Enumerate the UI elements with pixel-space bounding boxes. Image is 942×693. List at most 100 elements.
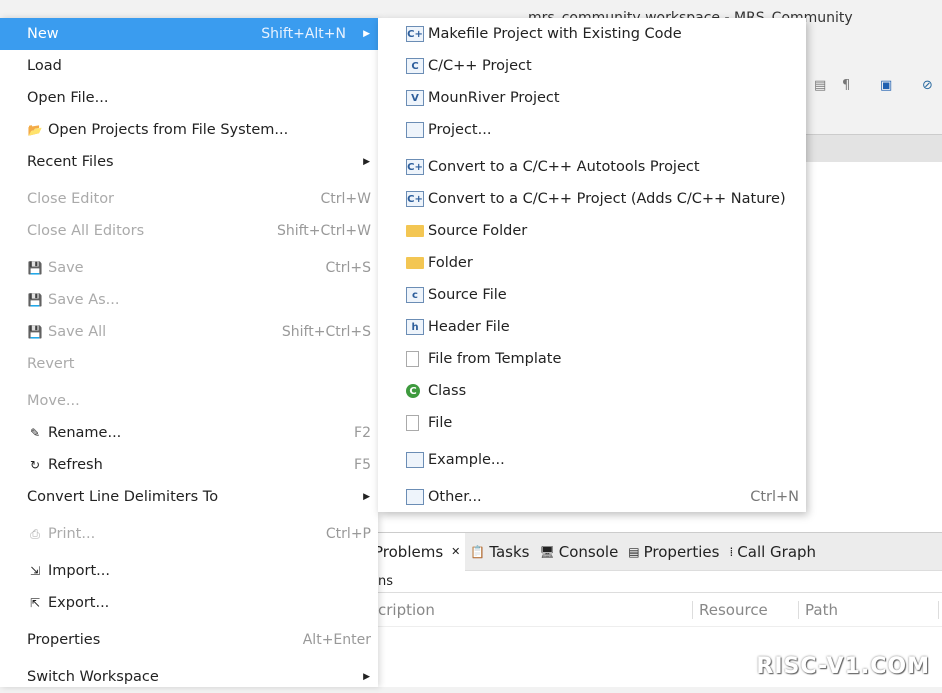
tab-label: Call Graph: [737, 542, 817, 561]
menu-item-rename[interactable]: ✎ Rename... F2: [0, 417, 378, 449]
save-as-icon: 💾: [27, 293, 43, 307]
folder-icon: [406, 257, 424, 269]
submenu-arrow-icon: ▶: [363, 672, 370, 682]
column-description[interactable]: cription: [378, 600, 693, 619]
import-icon: ⇲: [29, 564, 41, 578]
menu-item-open-projects-from-file-system[interactable]: 📂 Open Projects from File System...: [0, 114, 378, 146]
menu-item-label: Switch Workspace: [27, 669, 159, 685]
column-resource[interactable]: Resource: [693, 600, 799, 619]
tab-label: Tasks: [489, 542, 530, 561]
menu-item-label: Open Projects from File System...: [48, 122, 289, 138]
tab-properties[interactable]: ▤ Properties: [623, 533, 724, 571]
submenu-item-file[interactable]: File: [378, 407, 806, 439]
menu-item-refresh[interactable]: ↻ Refresh F5: [0, 449, 378, 481]
submenu-item-source-folder[interactable]: Source Folder: [378, 215, 806, 247]
tab-label: Problems: [374, 542, 444, 561]
convert-icon: C+: [406, 191, 424, 207]
convert-icon: C+: [406, 159, 424, 175]
menu-item-load[interactable]: Load: [0, 50, 378, 82]
menu-item-print[interactable]: ⎙ Print... Ctrl+P: [0, 518, 378, 550]
submenu-item-label: Other...: [428, 489, 482, 505]
menu-item-label: Save All: [48, 324, 107, 340]
menu-item-label: Save: [48, 260, 84, 276]
bottom-panel: Problems ✕ 📋 Tasks 🖥 Console ▤ Properties ⁞ Call …: [374, 532, 942, 687]
menu-item-label: Save As...: [48, 292, 120, 308]
menu-item-properties[interactable]: Properties Alt+Enter: [0, 624, 378, 656]
submenu-item-c-c-project[interactable]: C C/C++ Project: [378, 50, 806, 82]
submenu-arrow-icon: ▶: [363, 29, 370, 39]
menu-item-export[interactable]: ⇱ Export...: [0, 587, 378, 619]
menu-item-open-file[interactable]: Open File...: [0, 82, 378, 114]
menu-item-close-all-editors[interactable]: Close All Editors Shift+Ctrl+W: [0, 215, 378, 247]
tab-tasks[interactable]: 📋 Tasks: [465, 533, 534, 571]
rename-icon: ✎: [29, 426, 41, 440]
submenu-item-folder[interactable]: Folder: [378, 247, 806, 279]
menu-item-label: Properties: [27, 632, 101, 648]
menu-item-move[interactable]: Move...: [0, 385, 378, 417]
tab-problems[interactable]: Problems ✕: [374, 532, 466, 571]
new-submenu: C+ Makefile Project with Existing Code C C/…: [378, 18, 806, 512]
menu-item-convert-line-delimiters-to[interactable]: Convert Line Delimiters To ▶: [0, 481, 378, 513]
menu-item-new[interactable]: New Shift+Alt+N ▶: [0, 18, 378, 50]
submenu-item-project[interactable]: Project...: [378, 114, 806, 146]
shortcut: Ctrl+W: [320, 191, 371, 207]
menu-item-save-all[interactable]: 💾 Save All Shift+Ctrl+S: [0, 316, 378, 348]
menu-item-import[interactable]: ⇲ Import...: [0, 555, 378, 587]
submenu-item-label: Makefile Project with Existing Code: [428, 26, 682, 42]
menu-item-close-editor[interactable]: Close Editor Ctrl+W: [0, 183, 378, 215]
close-icon[interactable]: ✕: [451, 545, 460, 558]
shortcut: F5: [354, 457, 371, 473]
example-icon: [406, 452, 424, 468]
submenu-item-label: File from Template: [428, 351, 562, 367]
tab-console[interactable]: 🖥 Console: [535, 533, 624, 571]
source-file-icon: c: [406, 287, 424, 303]
monitor-icon[interactable]: ▣: [880, 78, 892, 93]
menu-item-label: Convert Line Delimiters To: [27, 489, 219, 505]
submenu-item-other[interactable]: Other... Ctrl+N: [378, 481, 806, 513]
submenu-item-header-file[interactable]: h Header File: [378, 311, 806, 343]
menu-item-recent-files[interactable]: Recent Files ▶: [0, 146, 378, 178]
menu-item-label: Refresh: [48, 457, 103, 473]
pilcrow-icon[interactable]: ¶: [842, 78, 850, 93]
tasks-icon: 📋: [470, 544, 486, 559]
other-icon: [406, 489, 424, 505]
submenu-item-label: Example...: [428, 452, 505, 468]
call-graph-icon: ⁞: [729, 544, 734, 559]
submenu-item-label: Header File: [428, 319, 510, 335]
menu-item-label: Print...: [48, 526, 96, 542]
submenu-item-label: MounRiver Project: [428, 90, 560, 106]
submenu-item-convert-to-a-c-c-project-adds-c-c-nature[interactable]: C+ Convert to a C/C++ Project (Adds C/C++…: [378, 183, 806, 215]
menu-item-save-as[interactable]: 💾 Save As...: [0, 284, 378, 316]
menu-item-revert[interactable]: Revert: [0, 348, 378, 380]
refresh-icon: ↻: [29, 458, 41, 472]
shortcut: Shift+Alt+N: [261, 26, 346, 42]
submenu-item-label: Project...: [428, 122, 492, 138]
export-icon: ⇱: [29, 596, 41, 610]
link-icon[interactable]: ⊘: [922, 78, 933, 93]
outline-icon[interactable]: ▤: [814, 78, 826, 93]
cpp-project-icon: C: [406, 58, 424, 74]
menu-item-label: Export...: [48, 595, 110, 611]
submenu-item-example[interactable]: Example...: [378, 444, 806, 476]
submenu-item-mounriver-project[interactable]: V MounRiver Project: [378, 82, 806, 114]
submenu-item-label: C/C++ Project: [428, 58, 532, 74]
menu-item-label: Open File...: [27, 90, 109, 106]
tab-call-graph[interactable]: ⁞ Call Graph: [724, 533, 821, 571]
shortcut: Ctrl+P: [325, 526, 371, 542]
submenu-item-class[interactable]: C Class: [378, 375, 806, 407]
submenu-item-convert-to-a-c-c-autotools-project[interactable]: C+ Convert to a C/C++ Autotools Project: [378, 151, 806, 183]
menu-item-switch-workspace[interactable]: Switch Workspace ▶: [0, 661, 378, 693]
submenu-item-file-from-template[interactable]: File from Template: [378, 343, 806, 375]
submenu-item-label: Convert to a C/C++ Project (Adds C/C++ N…: [428, 191, 786, 207]
column-path[interactable]: Path: [799, 600, 939, 619]
shortcut: F2: [354, 425, 371, 441]
shortcut: Alt+Enter: [302, 632, 371, 648]
project-icon: [406, 122, 424, 138]
submenu-item-makefile-project-with-existing-code[interactable]: C+ Makefile Project with Existing Code: [378, 18, 806, 50]
submenu-item-source-file[interactable]: c Source File: [378, 279, 806, 311]
menu-item-label: Load: [27, 58, 62, 74]
console-icon: 🖥: [539, 544, 555, 559]
watermark: RISC-V1.COM: [756, 654, 930, 679]
menu-item-label: Revert: [27, 356, 75, 372]
menu-item-save[interactable]: 💾 Save Ctrl+S: [0, 252, 378, 284]
